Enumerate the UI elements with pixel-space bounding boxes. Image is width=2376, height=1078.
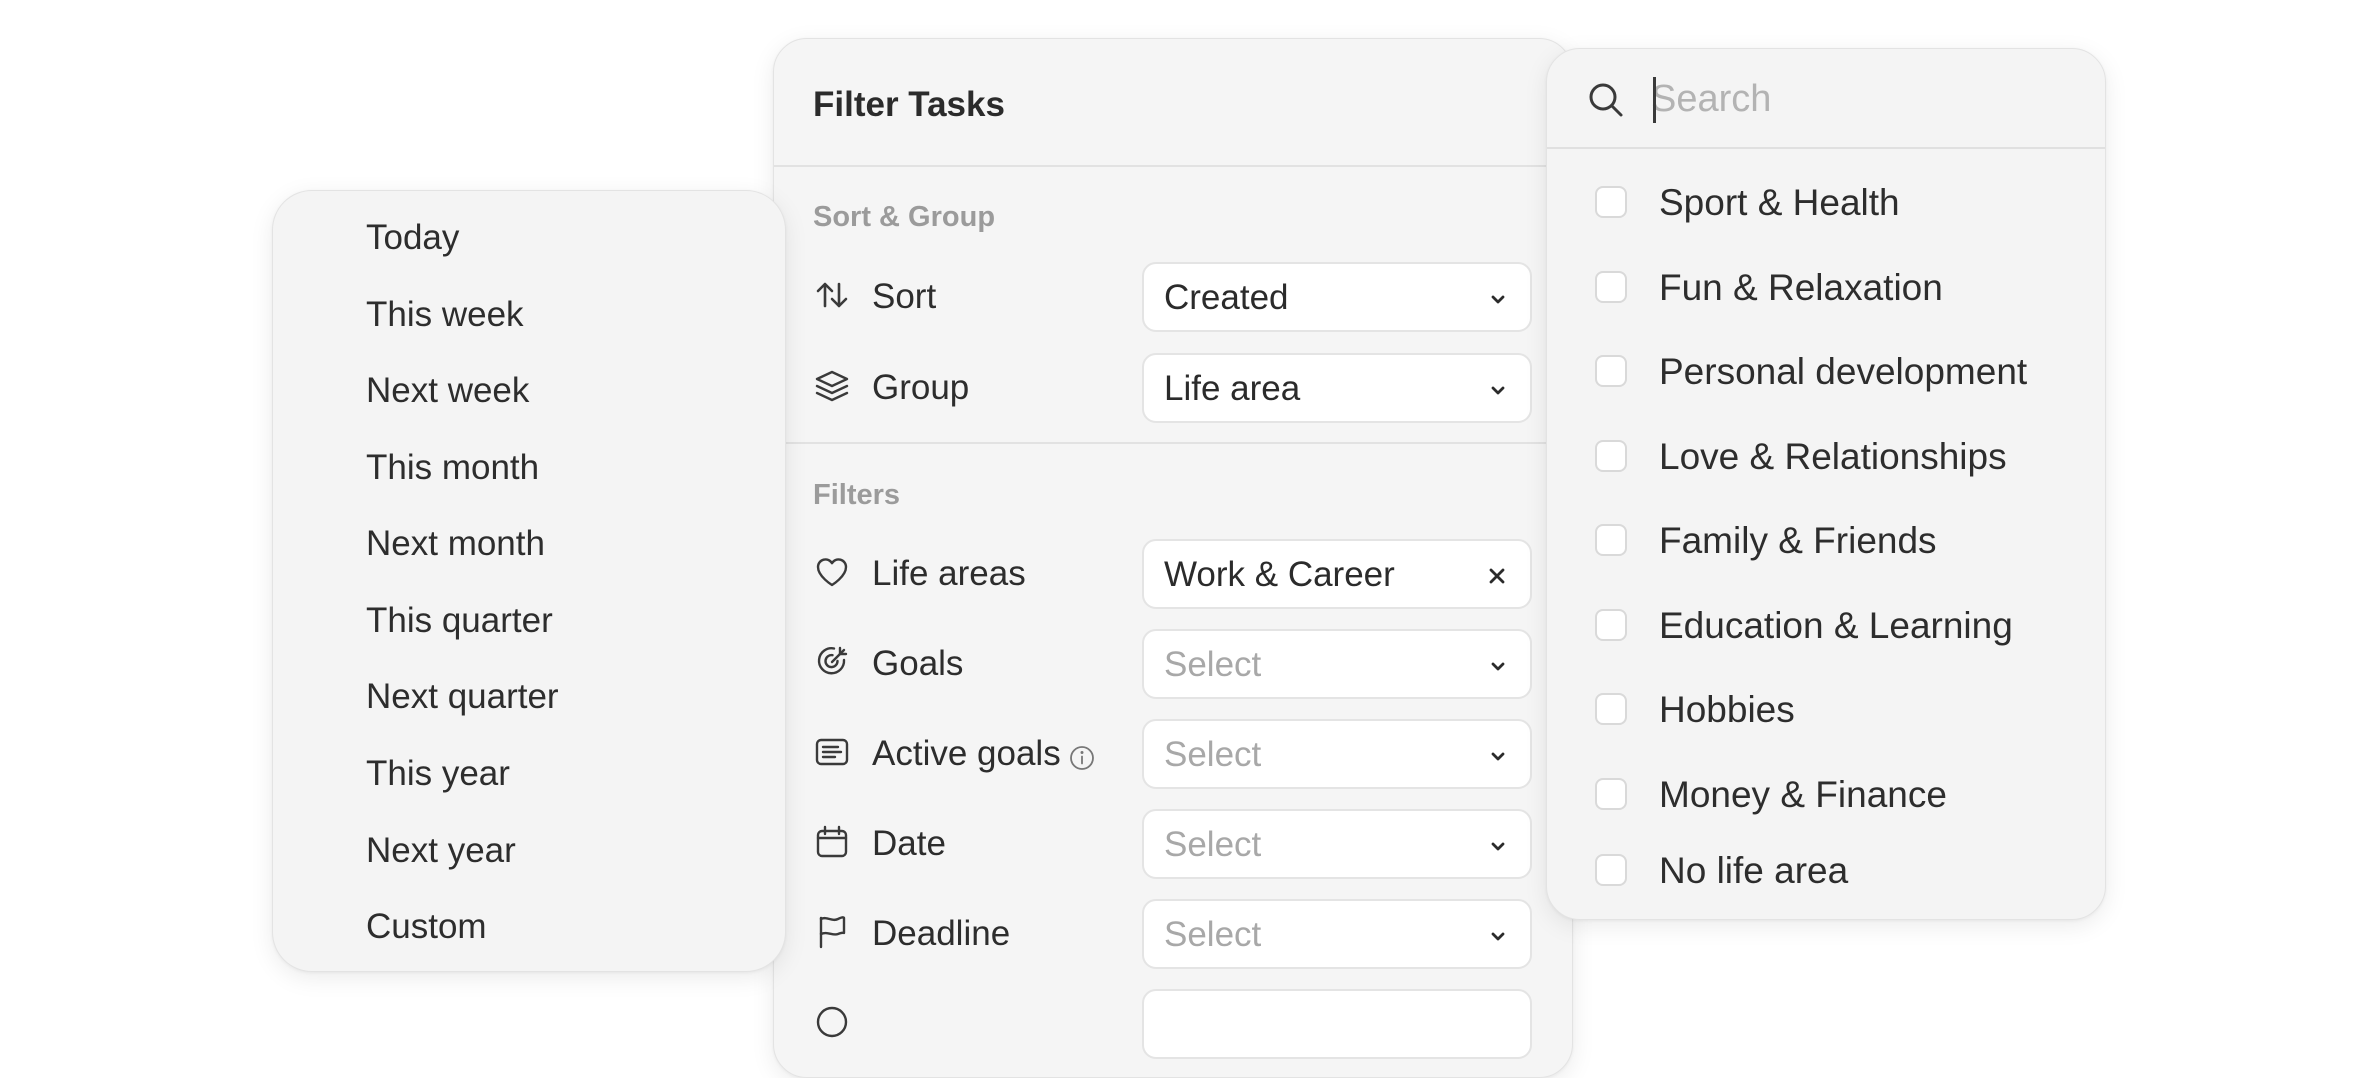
target-icon	[814, 644, 850, 680]
option-love-relationships[interactable]: Love & Relationships	[1547, 426, 2105, 486]
life-area-dropdown: Sport & Health Fun & Relaxation Personal…	[1546, 48, 2106, 920]
checkbox[interactable]	[1595, 609, 1627, 641]
life-areas-select[interactable]: Work & Career	[1142, 539, 1532, 609]
date-option-next-month[interactable]: Next month	[366, 524, 545, 564]
flag-icon	[814, 914, 850, 950]
deadline-select[interactable]: Select	[1142, 899, 1532, 969]
checkbox[interactable]	[1595, 186, 1627, 218]
sort-arrows-icon	[814, 277, 850, 313]
heart-icon	[814, 554, 850, 590]
date-label: Date	[872, 824, 946, 863]
life-areas-value: Work & Career	[1164, 555, 1395, 594]
option-hobbies[interactable]: Hobbies	[1547, 679, 2105, 739]
layers-icon	[814, 368, 850, 404]
deadline-value: Select	[1164, 915, 1262, 954]
search-icon	[1586, 80, 1626, 120]
date-option-this-month[interactable]: This month	[366, 448, 539, 488]
panel-title: Filter Tasks	[813, 85, 1005, 124]
deadline-label: Deadline	[872, 914, 1011, 953]
date-option-this-week[interactable]: This week	[366, 295, 524, 335]
option-education-learning[interactable]: Education & Learning	[1547, 595, 2105, 655]
group-value: Life area	[1164, 369, 1301, 408]
group-label: Group	[872, 368, 970, 407]
date-range-menu: Today This week Next week This month Nex…	[272, 190, 786, 972]
divider	[774, 442, 1572, 444]
section-sort-group: Sort & Group	[813, 201, 996, 233]
chevron-down-icon	[1488, 836, 1508, 856]
checkbox[interactable]	[1595, 271, 1627, 303]
filter-tasks-panel: Filter Tasks Sort & Group Sort Created G…	[773, 38, 1573, 1078]
active-goals-select[interactable]: Select	[1142, 719, 1532, 789]
chevron-down-icon	[1488, 380, 1508, 400]
checkbox[interactable]	[1595, 524, 1627, 556]
active-goals-value: Select	[1164, 735, 1262, 774]
option-label: Hobbies	[1659, 689, 1795, 730]
life-areas-label: Life areas	[872, 554, 1026, 593]
date-option-today[interactable]: Today	[366, 218, 459, 258]
date-option-custom[interactable]: Custom	[366, 907, 487, 947]
date-option-this-year[interactable]: This year	[366, 754, 510, 794]
next-row-select[interactable]	[1142, 989, 1532, 1059]
checkbox[interactable]	[1595, 854, 1627, 886]
sort-label: Sort	[872, 277, 937, 316]
checkbox[interactable]	[1595, 440, 1627, 472]
option-family-friends[interactable]: Family & Friends	[1547, 510, 2105, 570]
checkbox[interactable]	[1595, 693, 1627, 725]
goals-label: Goals	[872, 644, 964, 683]
date-option-next-week[interactable]: Next week	[366, 371, 529, 411]
option-label: Personal development	[1659, 351, 2028, 392]
divider	[1547, 147, 2105, 149]
divider	[774, 165, 1572, 167]
option-label: No life area	[1659, 850, 1849, 891]
group-select[interactable]: Life area	[1142, 353, 1532, 423]
option-label: Family & Friends	[1659, 520, 1937, 561]
option-personal-development[interactable]: Personal development	[1547, 341, 2105, 401]
checkbox[interactable]	[1595, 778, 1627, 810]
date-option-next-year[interactable]: Next year	[366, 831, 516, 871]
active-goals-label: Active goals	[872, 734, 1095, 774]
active-goals-text: Active goals	[872, 734, 1061, 773]
chevron-down-icon	[1488, 656, 1508, 676]
chevron-down-icon	[1488, 926, 1508, 946]
chevron-down-icon	[1488, 746, 1508, 766]
chevron-down-icon	[1488, 289, 1508, 309]
clock-icon	[814, 1004, 850, 1040]
option-no-life-area[interactable]: No life area	[1547, 840, 2105, 900]
date-value: Select	[1164, 825, 1262, 864]
sort-value: Created	[1164, 278, 1289, 317]
option-label: Education & Learning	[1659, 605, 2013, 646]
option-sport-health[interactable]: Sport & Health	[1547, 172, 2105, 232]
list-card-icon	[814, 734, 850, 770]
option-money-finance[interactable]: Money & Finance	[1547, 764, 2105, 824]
date-option-next-quarter[interactable]: Next quarter	[366, 677, 559, 717]
date-option-this-quarter[interactable]: This quarter	[366, 601, 553, 641]
goals-value: Select	[1164, 645, 1262, 684]
search-input[interactable]	[1651, 69, 2071, 129]
section-filters: Filters	[813, 479, 901, 511]
option-label: Sport & Health	[1659, 182, 1900, 223]
clear-icon[interactable]	[1486, 565, 1508, 587]
option-label: Fun & Relaxation	[1659, 267, 1943, 308]
calendar-icon	[814, 824, 850, 860]
date-select[interactable]: Select	[1142, 809, 1532, 879]
option-label: Love & Relationships	[1659, 436, 2007, 477]
option-label: Money & Finance	[1659, 774, 1947, 815]
checkbox[interactable]	[1595, 355, 1627, 387]
sort-select[interactable]: Created	[1142, 262, 1532, 332]
info-icon[interactable]	[1069, 740, 1095, 770]
option-fun-relaxation[interactable]: Fun & Relaxation	[1547, 257, 2105, 317]
goals-select[interactable]: Select	[1142, 629, 1532, 699]
text-caret	[1653, 77, 1656, 123]
